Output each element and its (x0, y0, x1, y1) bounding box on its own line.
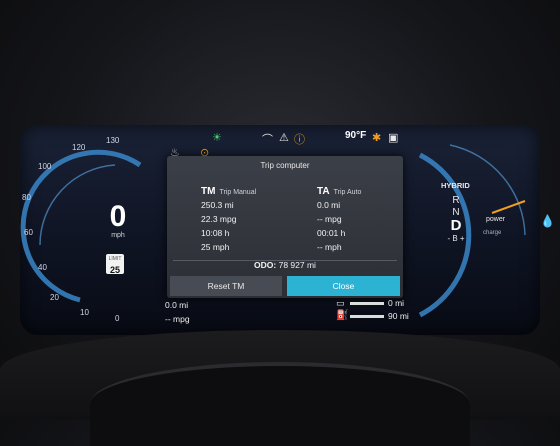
speed-limit-label: LIMIT (108, 256, 122, 262)
ta-speed: -- mph (317, 242, 342, 252)
ta-label: Trip Auto (333, 189, 362, 196)
info-icon: ⓘ (294, 134, 305, 146)
tm-economy: 22.3 mpg (201, 214, 237, 224)
tick-label: 20 (50, 293, 59, 302)
power-label: power (486, 216, 506, 223)
headlight-icon: ☀ (212, 132, 222, 144)
lane-assist-icon: ✱ (372, 132, 382, 144)
odometer-label: ODO: (254, 260, 277, 270)
fuel-range: 90 mi (388, 311, 409, 321)
tick-label: 100 (38, 162, 52, 171)
speed-limit-value: 25 (109, 265, 120, 275)
outside-temperature: 90°F (345, 130, 367, 141)
windshield-washer-icon: ⌒ (262, 134, 273, 146)
trip-computer-popup: Trip computer TM Trip Manual TA Trip Auto … (167, 156, 403, 298)
tm-label: Trip Manual (219, 189, 257, 196)
ta-time: 00:01 h (317, 228, 346, 238)
tick-label: 130 (106, 136, 120, 145)
fuel-range-bar (350, 315, 384, 318)
ta-header: TA Trip Auto (317, 186, 361, 197)
water-drop-icon: 💧 (540, 214, 555, 228)
reset-tm-button[interactable]: Reset TM (170, 276, 282, 296)
battery-icon: ▭ (336, 298, 345, 308)
tm-code: TM (201, 186, 216, 197)
tm-time: 10:08 h (201, 228, 230, 238)
odometer: ODO: 78 927 mi (167, 260, 403, 270)
odometer-value: 78 927 mi (278, 260, 316, 270)
trip-distance: 0.0 mi (165, 300, 189, 310)
speed-unit: mph (111, 232, 125, 239)
tick-label: 120 (72, 143, 86, 152)
gear-d-selected: D (450, 217, 462, 234)
ta-distance: 0.0 mi (317, 200, 341, 210)
tm-header: TM Trip Manual (201, 186, 256, 197)
close-button[interactable]: Close (287, 276, 400, 296)
ta-economy: -- mpg (317, 214, 342, 224)
speed-limit-sign: LIMIT 25 (106, 254, 124, 275)
tick-label: 80 (22, 193, 31, 202)
charge-label: charge (483, 230, 502, 236)
tick-label: 40 (38, 263, 47, 272)
popup-title: Trip computer (260, 161, 310, 170)
gear-r: R (452, 195, 460, 206)
drive-mode-label: HYBRID (441, 181, 470, 190)
tick-label: 0 (115, 314, 120, 323)
tm-speed: 25 mph (201, 242, 230, 252)
fuel-pump-icon: ⛽ (336, 310, 349, 321)
tick-label: 10 (80, 308, 89, 317)
battery-range: 0 mi (388, 298, 405, 308)
ta-code: TA (317, 186, 330, 197)
gear-b: - B + (447, 234, 465, 243)
car-doors-icon: ▣ (388, 132, 399, 144)
tm-distance: 250.3 mi (201, 200, 234, 210)
warning-triangle-icon: ⚠ (279, 132, 289, 144)
steering-wheel (90, 362, 470, 446)
tick-label: 60 (24, 228, 33, 237)
battery-range-bar (350, 302, 384, 305)
speed-value: 0 (109, 200, 127, 233)
trip-economy: -- mpg (165, 314, 190, 324)
